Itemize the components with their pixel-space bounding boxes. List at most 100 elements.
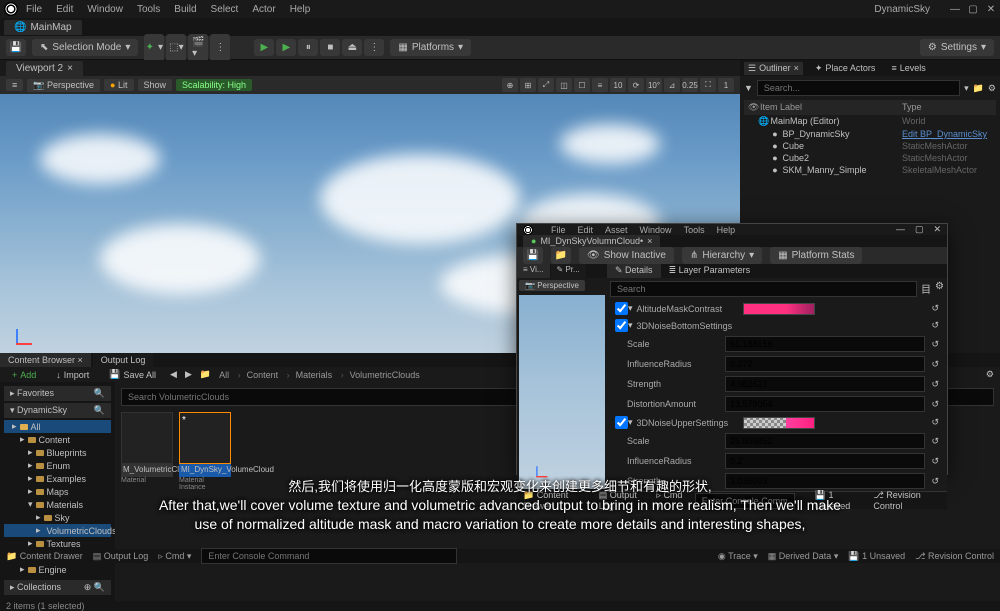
details-search[interactable] bbox=[610, 281, 917, 297]
marketplace-button[interactable]: ⬚▾ bbox=[166, 34, 186, 62]
menu-edit[interactable]: Edit bbox=[578, 225, 594, 235]
menu-file[interactable]: File bbox=[26, 4, 42, 15]
breadcrumb-item[interactable]: All bbox=[219, 370, 241, 380]
cmd-dropdown[interactable]: ▹ Cmd ▾ bbox=[158, 551, 191, 562]
color-swatch[interactable] bbox=[743, 417, 815, 429]
vp-rot-snap[interactable]: ⟳ bbox=[628, 78, 644, 92]
add-content-button[interactable]: ✦▾ bbox=[144, 34, 164, 62]
minimize-icon[interactable]: — bbox=[896, 224, 905, 235]
prop-value-input[interactable] bbox=[725, 453, 925, 469]
play-button[interactable]: ▶ bbox=[254, 39, 274, 56]
vp-rot-value[interactable]: 10° bbox=[646, 78, 662, 92]
prop-checkbox[interactable] bbox=[615, 302, 628, 315]
menu-actor[interactable]: Actor bbox=[252, 4, 275, 15]
platform-stats-button[interactable]: ▦ Platform Stats bbox=[770, 247, 862, 264]
gear-icon[interactable]: ⚙ bbox=[988, 83, 996, 94]
favorites-section[interactable]: ▸ Favorites 🔍 bbox=[4, 386, 111, 401]
prop-value-input[interactable] bbox=[725, 356, 925, 372]
reset-icon[interactable]: ↺ bbox=[925, 456, 939, 467]
tree-item[interactable]: ▸All bbox=[4, 420, 111, 433]
asset-tab[interactable]: ● MI_DynSkyVolumnCloud• × bbox=[523, 235, 660, 247]
tree-item[interactable]: ▸Engine bbox=[4, 563, 111, 576]
tab-output-log[interactable]: Output Log bbox=[93, 353, 154, 367]
prop-value-input[interactable] bbox=[725, 396, 925, 412]
outliner-row[interactable]: ● SKM_Manny_SimpleSkeletalMeshActor bbox=[744, 164, 996, 176]
reset-icon[interactable]: ↺ bbox=[931, 303, 939, 314]
menu-window[interactable]: Window bbox=[87, 4, 123, 15]
import-button[interactable]: ↓ Import bbox=[50, 368, 95, 382]
close-icon[interactable]: × bbox=[67, 63, 73, 74]
save-button[interactable]: 💾 bbox=[523, 247, 543, 264]
eject-button[interactable]: ⏏ bbox=[342, 39, 362, 56]
viewport-options[interactable]: ≡ bbox=[6, 79, 23, 91]
vp-scale-snap[interactable]: ⊿ bbox=[664, 78, 680, 92]
unsaved-badge[interactable]: 💾 1 Unsaved bbox=[848, 551, 905, 562]
close-icon[interactable]: ✕ bbox=[933, 224, 941, 235]
prop-checkbox[interactable] bbox=[615, 319, 628, 332]
gear-icon[interactable]: ⚙ bbox=[986, 369, 994, 380]
reset-icon[interactable]: ↺ bbox=[925, 476, 939, 487]
menu-edit[interactable]: Edit bbox=[56, 4, 73, 15]
launch-button[interactable]: ⋮ bbox=[364, 39, 384, 56]
outliner-row[interactable]: 🌐 MainMap (Editor)World bbox=[744, 115, 996, 128]
prop-checkbox[interactable] bbox=[615, 416, 628, 429]
tree-item[interactable]: ▸Blueprints bbox=[4, 446, 111, 459]
vp-tool-icon[interactable]: ⊕ bbox=[502, 78, 518, 92]
outliner-row[interactable]: ● Cube2StaticMeshActor bbox=[744, 152, 996, 164]
reset-icon[interactable]: ↺ bbox=[925, 399, 939, 410]
menu-help[interactable]: Help bbox=[717, 225, 736, 235]
menu-select[interactable]: Select bbox=[211, 4, 239, 15]
tree-item[interactable]: ▸Enum bbox=[4, 459, 111, 472]
reset-icon[interactable]: ↺ bbox=[925, 379, 939, 390]
revision-control-button[interactable]: ⎇ Revision Control bbox=[873, 490, 941, 511]
filter-icon[interactable]: ▼ bbox=[744, 83, 753, 93]
sequence-button[interactable]: ⋮ bbox=[210, 34, 230, 62]
output-log-button[interactable]: ▤ Output Log bbox=[93, 551, 149, 562]
perspective-chip[interactable]: 📷 Perspective bbox=[519, 280, 585, 291]
vp-max[interactable]: 1 bbox=[718, 78, 734, 92]
reset-icon[interactable]: ↺ bbox=[925, 359, 939, 370]
show-dropdown[interactable]: Show bbox=[138, 79, 173, 91]
menu-file[interactable]: File bbox=[551, 225, 566, 235]
vp-tool-icon[interactable]: ⤢ bbox=[538, 78, 554, 92]
add-button[interactable]: + Add bbox=[6, 368, 42, 382]
tree-item[interactable]: ▸Maps bbox=[4, 485, 111, 498]
menu-help[interactable]: Help bbox=[290, 4, 311, 15]
close-icon[interactable]: ✕ bbox=[986, 4, 996, 14]
outliner-search[interactable] bbox=[757, 80, 960, 96]
color-swatch[interactable] bbox=[743, 303, 815, 315]
minimize-icon[interactable]: — bbox=[950, 4, 960, 14]
platforms-button[interactable]: ▦ Platforms ▾ bbox=[390, 39, 471, 56]
tab-place-actors[interactable]: ✦ Place Actors bbox=[811, 62, 880, 75]
reset-icon[interactable]: ↺ bbox=[931, 417, 939, 428]
tab-content-browser[interactable]: Content Browser × bbox=[0, 353, 91, 367]
breadcrumb-item[interactable]: Materials bbox=[296, 370, 344, 380]
revision-control-button[interactable]: ⎇ Revision Control bbox=[915, 551, 994, 562]
maximize-icon[interactable]: ▢ bbox=[968, 4, 978, 14]
scalability-dropdown[interactable]: Scalability: High bbox=[176, 79, 252, 91]
prop-group-label[interactable]: 3DNoiseUpperSettings bbox=[633, 418, 743, 428]
derived-data-button[interactable]: ▦ Derived Data ▾ bbox=[768, 551, 839, 562]
maximize-icon[interactable]: ▢ bbox=[915, 224, 924, 235]
menu-tools[interactable]: Tools bbox=[137, 4, 160, 15]
lit-dropdown[interactable]: ● Lit bbox=[104, 79, 133, 91]
folder-icon[interactable]: 📁 bbox=[973, 83, 984, 94]
tree-item[interactable]: ▸VolumetricClouds bbox=[4, 524, 111, 537]
tab-levels[interactable]: ≡ Levels bbox=[887, 62, 929, 74]
vp-camera-speed[interactable]: ⛶ bbox=[700, 78, 716, 92]
col-type[interactable]: Type bbox=[902, 102, 992, 113]
blueprint-button[interactable]: 🎬▾ bbox=[188, 34, 208, 62]
outliner-row[interactable]: ● CubeStaticMeshActor bbox=[744, 140, 996, 152]
stop-button[interactable]: ■ bbox=[320, 39, 340, 56]
reset-icon[interactable]: ↺ bbox=[925, 339, 939, 350]
menu-build[interactable]: Build bbox=[174, 4, 196, 15]
menu-tools[interactable]: Tools bbox=[684, 225, 705, 235]
perspective-dropdown[interactable]: 📷 Perspective bbox=[27, 79, 100, 92]
prop-value-input[interactable] bbox=[725, 376, 925, 392]
preview-tab-vi[interactable]: ≡ Vi... bbox=[517, 264, 550, 278]
material-preview[interactable] bbox=[519, 295, 605, 489]
mode-selector[interactable]: ⬉ Selection Mode ▾ bbox=[32, 39, 138, 56]
menu-asset[interactable]: Asset bbox=[605, 225, 628, 235]
vp-scale-value[interactable]: 0.25 bbox=[682, 78, 698, 92]
tree-item[interactable]: ▸Examples bbox=[4, 472, 111, 485]
